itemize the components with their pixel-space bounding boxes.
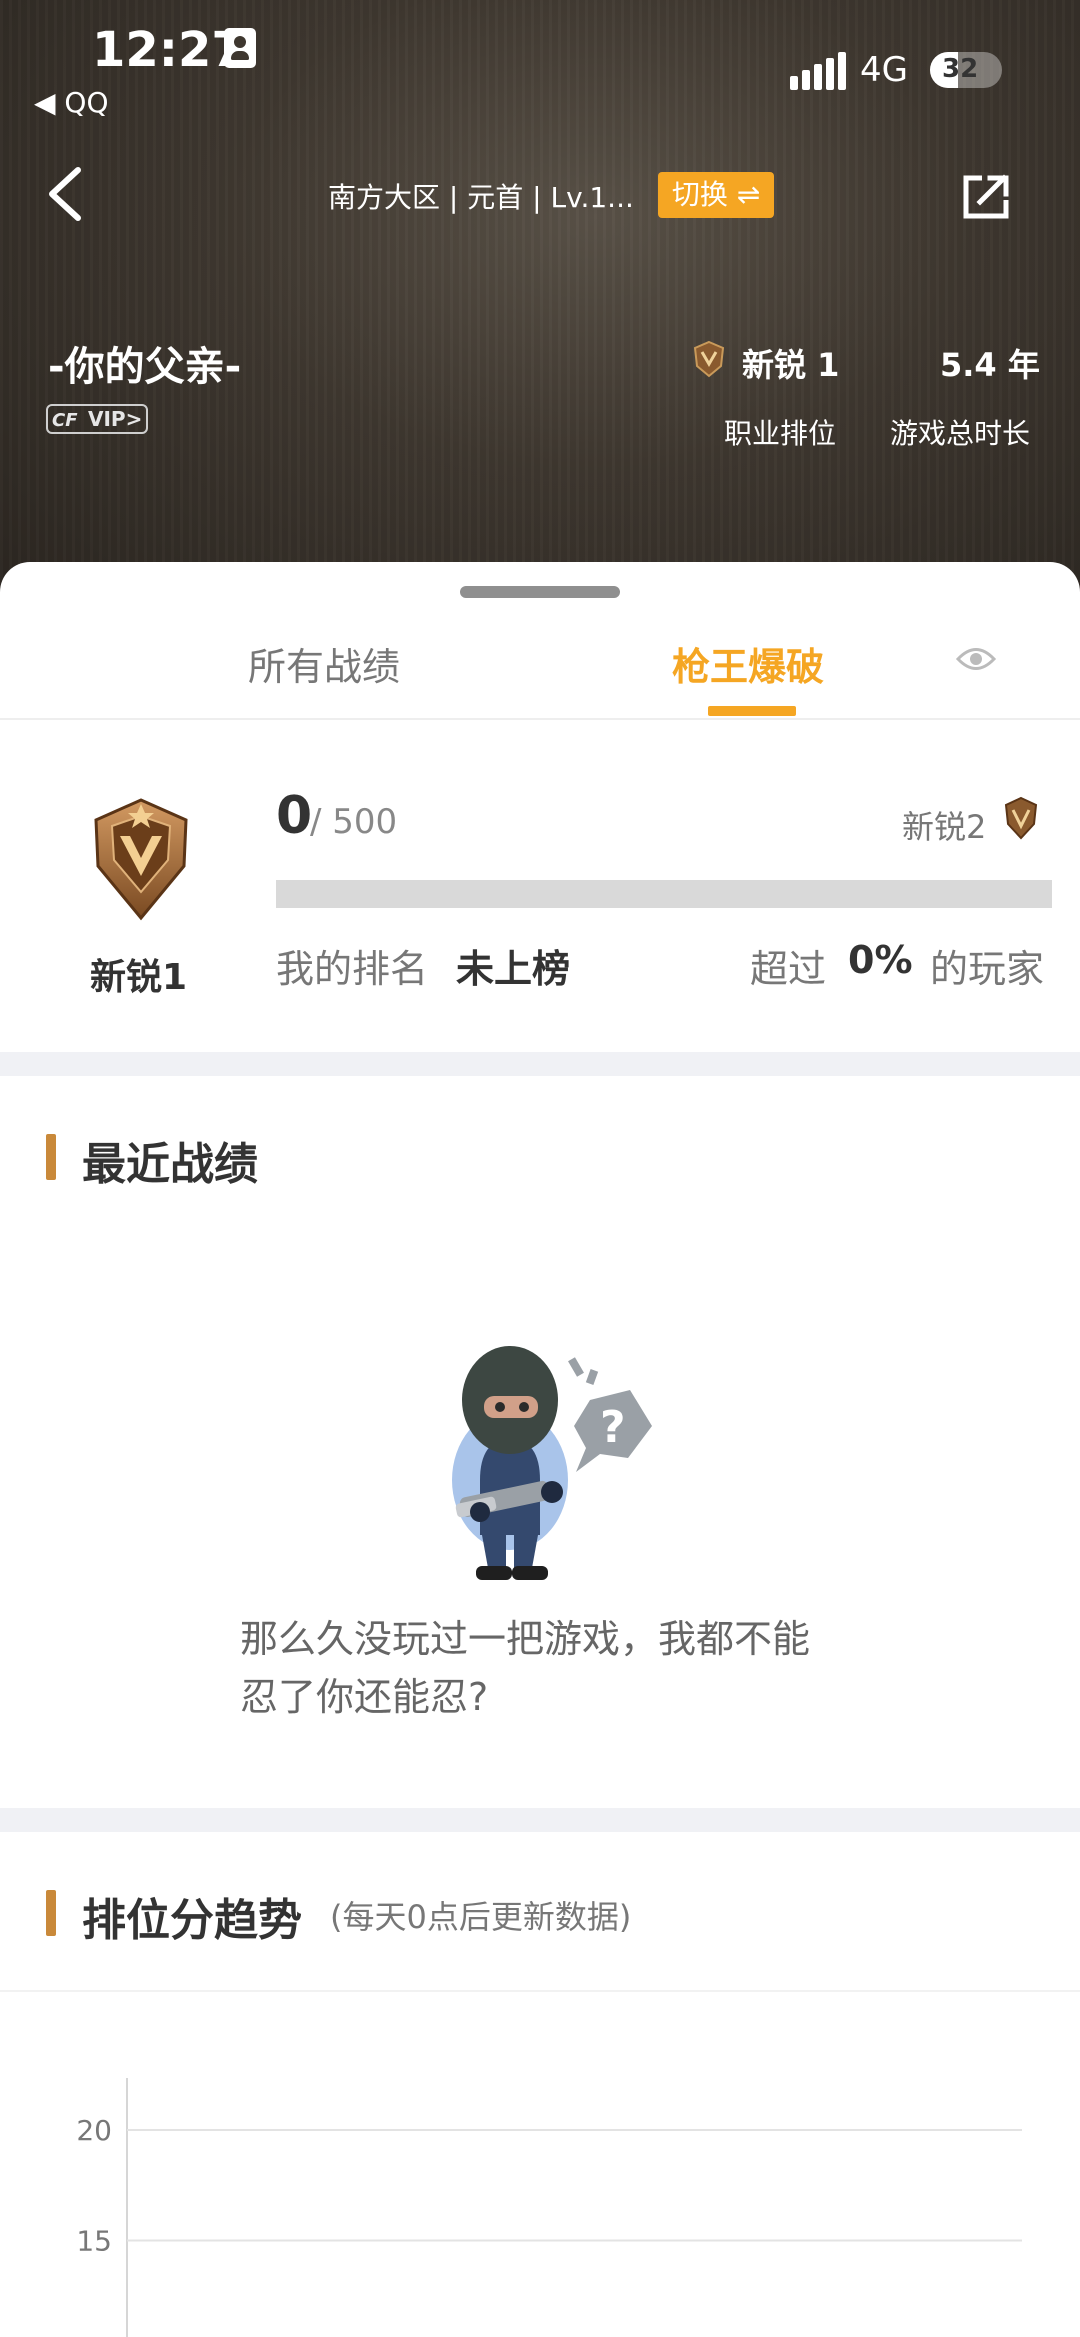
next-rank-label: 新锐2 [902,808,987,846]
empty-state-line1: 那么久没玩过一把游戏，我都不能 [240,1617,811,1661]
rank-name: 新锐 1 [742,346,840,384]
rank-progress-bar [276,880,1052,908]
switch-button[interactable]: 切换 ⇌ [658,172,774,218]
beat-suffix: 的玩家 [930,947,1045,991]
trend-title: 排位分趋势 [82,1895,302,1946]
tab-divider [0,718,1080,720]
eye-icon[interactable] [956,644,996,674]
section-gap [0,1052,1080,1076]
content-sheet: 所有战绩 枪王爆破 新锐1 0 / 500 新锐2 我的排名 未上榜 超过 0%… [0,562,1080,2337]
rank-emblem-icon [94,798,188,921]
rank-score: 0 [276,786,313,846]
current-rank-label: 新锐1 [90,957,188,998]
play-time: 5.4 年 [940,346,1040,384]
rank-caption: 职业排位 [724,417,837,450]
contact-card-icon [224,28,256,68]
battery-level: 32 [942,54,979,84]
battery-icon: 32 [930,52,1002,88]
rank-trend-chart: 201510 [76,2078,1022,2337]
player-nickname: -你的父亲- [48,344,242,390]
cf-logo: CF [52,410,78,431]
back-to-qq-link[interactable]: ◀ QQ [34,86,109,119]
status-time: 12:27 [92,22,245,78]
empty-state-mascot-icon: ? [452,1346,652,1580]
back-arrow-icon[interactable] [44,164,88,224]
chart-y-tick-label: 15 [76,2225,112,2258]
svg-text:?: ? [600,1402,626,1453]
header-background [0,0,1080,620]
my-rank-label: 我的排名 [276,947,429,991]
trend-update-note: (每天0点后更新数据) [330,1898,632,1936]
recent-records-title: 最近战绩 [82,1139,258,1190]
network-type: 4G [860,50,908,90]
empty-state-message: 那么久没玩过一把游戏，我都不能 忍了你还能忍? [240,1610,860,1726]
rank-badge-icon [693,340,725,378]
share-icon[interactable] [960,172,1012,222]
next-rank-badge-icon [1004,796,1038,840]
empty-state-line2: 忍了你还能忍? [240,1675,489,1719]
play-time-caption: 游戏总时长 [890,417,1031,450]
section-marker [46,1134,56,1180]
beat-percentage: 0% [848,938,913,982]
section-gap [0,1808,1080,1832]
server-info[interactable]: 南方大区 | 元首 | Lv.1... [328,176,634,216]
my-rank-value: 未上榜 [456,947,571,991]
rank-score-total: / 500 [310,802,398,842]
signal-icon [790,52,846,90]
chart-y-tick-label: 20 [76,2114,112,2147]
vip-badge[interactable]: CF VIP> [46,404,148,434]
tab-all-records[interactable]: 所有战绩 [248,636,400,691]
tab-king-blast[interactable]: 枪王爆破 [672,636,824,691]
active-tab-indicator [708,706,796,716]
drag-handle[interactable] [460,586,620,598]
chart-separator [0,1990,1080,1992]
section-marker [46,1890,56,1936]
beat-label: 超过 [750,947,827,991]
vip-label: VIP> [88,407,143,431]
profile-header: 12:27 ◀ QQ 4G 32 南方大区 | 元首 | Lv.1... 切换 … [0,0,1080,620]
